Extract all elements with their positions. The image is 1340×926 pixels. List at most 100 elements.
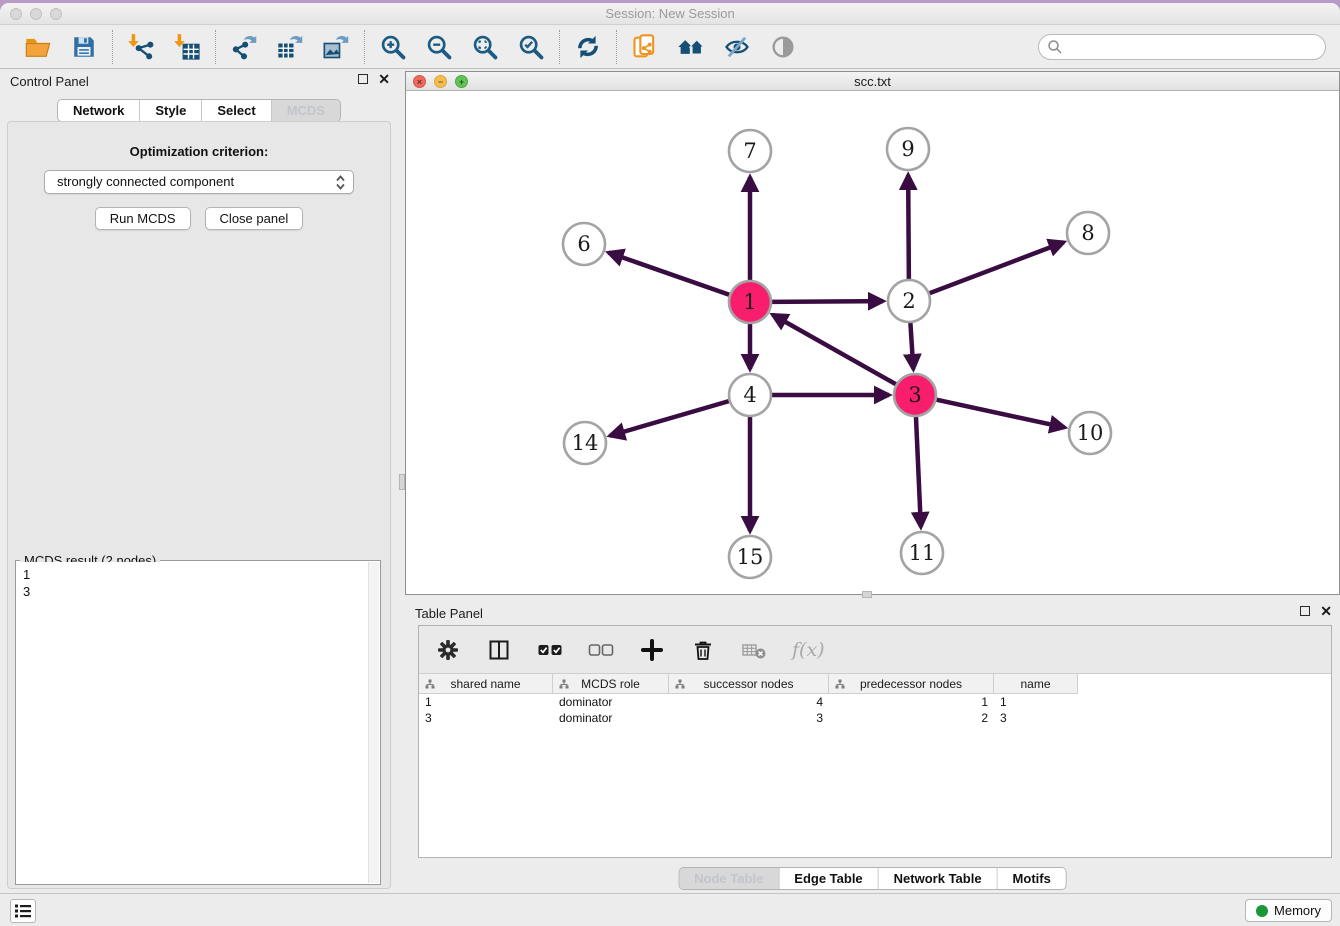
edge-2-3[interactable] (910, 323, 913, 369)
column-header-predecessor-nodes[interactable]: predecessor nodes (829, 674, 994, 694)
edge-3-11[interactable] (916, 417, 921, 527)
node-4[interactable]: 4 (729, 374, 771, 416)
refresh-icon[interactable] (573, 32, 603, 62)
edge-1-6[interactable] (609, 253, 730, 295)
save-session-icon[interactable] (69, 32, 99, 62)
main-toolbar (0, 25, 1340, 69)
table-cell[interactable]: dominator (553, 710, 669, 726)
criterion-select[interactable]: strongly connected component (44, 170, 354, 194)
result-scrollbar[interactable] (368, 562, 379, 883)
table-cell[interactable]: 2 (829, 710, 994, 726)
settings-gear-icon[interactable] (435, 637, 461, 663)
table-row[interactable]: 1dominator411 (419, 694, 1331, 710)
node-table-container: f(x) shared nameMCDS rolesuccessor nodes… (418, 625, 1332, 858)
import-table-icon[interactable] (172, 32, 202, 62)
function-builder-icon[interactable]: f(x) (792, 639, 825, 661)
table-cell[interactable]: 3 (669, 710, 829, 726)
first-neighbors-icon[interactable] (676, 32, 706, 62)
select-all-checkboxes-icon[interactable] (537, 637, 563, 663)
tab-select[interactable]: Select (202, 100, 271, 121)
export-image-icon[interactable] (321, 32, 351, 62)
tab-motifs[interactable]: Motifs (998, 868, 1066, 889)
close-panel-icon[interactable]: ✕ (378, 74, 390, 84)
export-network-icon[interactable] (229, 32, 259, 62)
float-panel-icon[interactable] (358, 74, 368, 84)
table-header-row: shared nameMCDS rolesuccessor nodesprede… (419, 674, 1331, 694)
column-header-MCDS-role[interactable]: MCDS role (553, 674, 669, 694)
splitter-grip-vertical[interactable] (399, 474, 405, 490)
table-cell[interactable]: 3 (994, 710, 1078, 726)
edge-2-8[interactable] (930, 242, 1064, 293)
edge-1-2[interactable] (772, 301, 883, 302)
close-table-panel-icon[interactable]: ✕ (1320, 606, 1332, 616)
zoom-fit-icon[interactable] (470, 32, 500, 62)
deselect-all-checkboxes-icon[interactable] (588, 637, 614, 663)
float-table-panel-icon[interactable] (1300, 606, 1310, 616)
memory-button[interactable]: Memory (1245, 899, 1332, 922)
table-cell[interactable]: 1 (419, 694, 553, 710)
table-cell[interactable]: 4 (669, 694, 829, 710)
splitter-grip-horizontal[interactable] (862, 591, 872, 598)
hide-selected-icon[interactable] (722, 32, 752, 62)
zoom-in-icon[interactable] (378, 32, 408, 62)
show-all-icon[interactable] (768, 32, 798, 62)
tab-style[interactable]: Style (140, 100, 202, 121)
node-label: 6 (577, 232, 590, 256)
node-6[interactable]: 6 (563, 223, 605, 265)
tab-network-table[interactable]: Network Table (879, 868, 998, 889)
import-network-icon[interactable] (126, 32, 156, 62)
node-15[interactable]: 15 (729, 536, 771, 578)
edge-2-9[interactable] (908, 175, 909, 279)
node-8[interactable]: 8 (1067, 212, 1109, 254)
column-header-shared-name[interactable]: shared name (419, 674, 553, 694)
delete-table-icon[interactable] (741, 637, 767, 663)
table-cell[interactable]: 3 (419, 710, 553, 726)
network-view-titlebar[interactable]: × − + scc.txt (406, 72, 1339, 91)
node-3[interactable]: 3 (894, 374, 936, 416)
edge-3-1[interactable] (773, 315, 896, 384)
search-input[interactable] (1038, 34, 1326, 60)
table-cell[interactable]: 1 (829, 694, 994, 710)
add-column-icon[interactable] (639, 637, 665, 663)
window-title: Session: New Session (0, 6, 1340, 21)
node-14[interactable]: 14 (564, 422, 606, 464)
node-11[interactable]: 11 (901, 532, 943, 574)
column-header-successor-nodes[interactable]: successor nodes (669, 674, 829, 694)
memory-status-icon (1256, 905, 1268, 917)
network-view-title: scc.txt (406, 74, 1339, 89)
open-session-icon[interactable] (23, 32, 53, 62)
delete-column-icon[interactable] (690, 637, 716, 663)
mcds-result-list[interactable]: 13 (17, 562, 368, 883)
column-header-name[interactable]: name (994, 674, 1078, 694)
tab-edge-table[interactable]: Edge Table (779, 868, 878, 889)
close-panel-button[interactable]: Close panel (205, 207, 304, 230)
table-panel-header: Table Panel ✕ (405, 601, 1340, 627)
run-mcds-button[interactable]: Run MCDS (95, 207, 191, 230)
status-bar: Memory (0, 893, 1340, 926)
node-label: 2 (902, 289, 915, 313)
task-history-button[interactable] (10, 899, 36, 923)
node-2[interactable]: 2 (888, 280, 930, 322)
tab-mcds[interactable]: MCDS (272, 100, 340, 121)
result-line: 1 (23, 566, 368, 583)
memory-label: Memory (1274, 903, 1321, 918)
control-panel: Control Panel ✕ NetworkStyleSelectMCDS O… (0, 69, 398, 893)
edge-3-10[interactable] (936, 400, 1064, 428)
zoom-selected-icon[interactable] (516, 32, 546, 62)
zoom-out-icon[interactable] (424, 32, 454, 62)
tab-network[interactable]: Network (58, 100, 140, 121)
table-row[interactable]: 3dominator323 (419, 710, 1331, 726)
columns-icon[interactable] (486, 637, 512, 663)
node-10[interactable]: 10 (1069, 412, 1111, 454)
table-cell[interactable]: dominator (553, 694, 669, 710)
tab-node-table[interactable]: Node Table (679, 868, 779, 889)
clone-network-icon[interactable] (630, 32, 660, 62)
node-9[interactable]: 9 (887, 128, 929, 170)
control-panel-content: Optimization criterion: strongly connect… (7, 121, 391, 889)
network-canvas[interactable]: 7 9 6 8 1 2 4 3 14 10 15 11 (406, 92, 1339, 594)
node-7[interactable]: 7 (729, 130, 771, 172)
edge-4-14[interactable] (610, 401, 729, 436)
table-cell[interactable]: 1 (994, 694, 1078, 710)
node-1[interactable]: 1 (729, 281, 771, 323)
export-table-icon[interactable] (275, 32, 305, 62)
